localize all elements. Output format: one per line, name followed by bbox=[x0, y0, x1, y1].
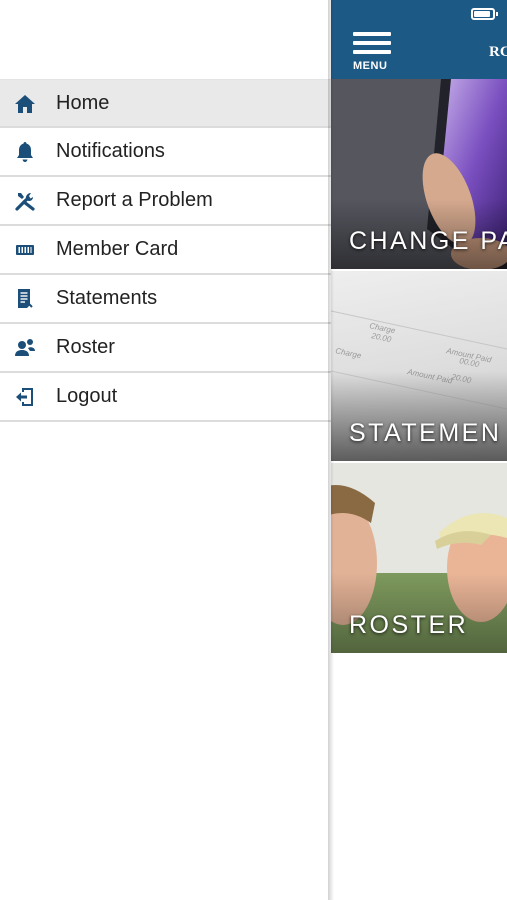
drawer-item-label: Logout bbox=[56, 385, 118, 407]
tools-icon bbox=[12, 189, 38, 213]
drawer-item-logout[interactable]: Logout bbox=[0, 373, 331, 422]
drawer-item-label: Report a Problem bbox=[56, 189, 213, 211]
card-icon bbox=[12, 238, 38, 262]
roster-tile-label: ROSTER bbox=[349, 611, 469, 639]
drawer-item-label: Roster bbox=[56, 336, 115, 358]
home-icon bbox=[12, 92, 38, 116]
app-title: RC bbox=[489, 44, 507, 60]
people-icon bbox=[12, 336, 38, 360]
battery-icon bbox=[471, 8, 498, 20]
change-password-label: CHANGE PA bbox=[349, 227, 507, 255]
menu-button[interactable]: MENU bbox=[353, 32, 395, 74]
drawer-shadow bbox=[328, 0, 334, 900]
statements-tile-label: STATEMEN bbox=[349, 419, 502, 447]
navigation-drawer: Home Notifications Report a Problem Memb… bbox=[0, 0, 331, 900]
logout-icon bbox=[12, 385, 38, 409]
drawer-item-notifications[interactable]: Notifications bbox=[0, 128, 331, 177]
drawer-item-home[interactable]: Home bbox=[0, 79, 331, 128]
roster-tile[interactable]: ROSTER bbox=[331, 463, 507, 653]
drawer-item-label: Home bbox=[56, 91, 110, 114]
svg-text:Charge: Charge bbox=[335, 346, 363, 360]
drawer-item-label: Notifications bbox=[56, 140, 165, 162]
drawer-item-roster[interactable]: Roster bbox=[0, 324, 331, 373]
drawer-item-label: Statements bbox=[56, 287, 158, 309]
drawer-item-statements[interactable]: Statements bbox=[0, 275, 331, 324]
bell-icon bbox=[12, 140, 38, 164]
drawer-item-label: Member Card bbox=[56, 238, 179, 260]
document-icon bbox=[12, 287, 38, 311]
main-panel: MENU RC CHANGE PA Charge 20.00 Charge Am… bbox=[331, 0, 507, 900]
drawer-item-report-problem[interactable]: Report a Problem bbox=[0, 177, 331, 226]
change-password-tile[interactable]: CHANGE PA bbox=[331, 79, 507, 269]
statements-tile[interactable]: Charge 20.00 Charge Amount Paid 00.00 Am… bbox=[331, 271, 507, 461]
drawer-menu: Home Notifications Report a Problem Memb… bbox=[0, 79, 331, 422]
drawer-item-member-card[interactable]: Member Card bbox=[0, 226, 331, 275]
top-bar: MENU RC bbox=[331, 0, 507, 79]
hamburger-icon bbox=[353, 32, 395, 54]
menu-label: MENU bbox=[353, 60, 388, 72]
